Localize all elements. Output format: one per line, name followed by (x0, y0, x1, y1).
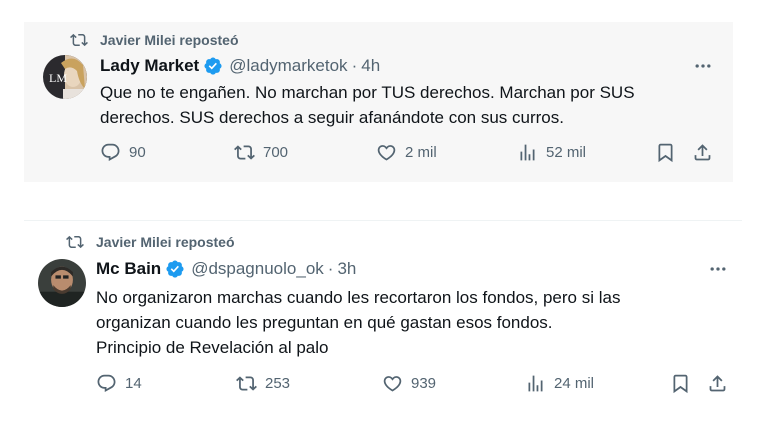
views-button[interactable]: 24 mil (525, 373, 594, 394)
repost-button[interactable]: 700 (234, 142, 288, 163)
view-count: 52 mil (546, 144, 587, 161)
tweet-text-line: Que no te engañen. No marchan por TUS de… (100, 83, 635, 102)
like-count: 2 mil (405, 144, 437, 161)
verified-badge-icon (165, 259, 185, 279)
share-icon (694, 144, 711, 161)
share-button[interactable] (692, 142, 713, 163)
avatar[interactable]: LM (43, 55, 87, 99)
repost-icon (236, 376, 257, 391)
share-button[interactable] (707, 373, 728, 394)
repost-icon (66, 233, 84, 251)
repost-label[interactable]: Javier Milei reposteó (100, 32, 239, 48)
svg-text:LM: LM (49, 71, 67, 85)
views-chart-icon (528, 375, 543, 392)
tweet-header: Lady Market @ladymarketok · 4h (100, 56, 380, 76)
views-button[interactable]: 52 mil (517, 142, 586, 163)
display-name[interactable]: Lady Market (100, 56, 199, 76)
repost-button[interactable]: 253 (236, 373, 290, 394)
repost-icon (234, 145, 255, 160)
like-button[interactable]: 939 (382, 373, 436, 394)
tweet-text: No organizaron marchas cuando les recort… (96, 285, 620, 360)
tweet-text-line: Principio de Revelación al palo (96, 338, 329, 357)
timestamp[interactable]: 3h (337, 259, 356, 279)
bookmark-button[interactable] (655, 142, 676, 163)
repost-icon (70, 31, 88, 49)
timestamp[interactable]: 4h (361, 56, 380, 76)
reply-button[interactable]: 90 (100, 142, 146, 163)
repost-count: 253 (265, 375, 291, 392)
tweet-text-line: No organizaron marchas cuando les recort… (96, 288, 621, 307)
more-options-icon[interactable] (690, 56, 716, 76)
tweet-text-line: derechos. SUS derechos a seguir afanándo… (100, 108, 564, 127)
tweet-text-line: organizan cuando les preguntan en qué ga… (96, 313, 553, 332)
display-name[interactable]: Mc Bain (96, 259, 161, 279)
view-count: 24 mil (554, 375, 595, 392)
like-button[interactable]: 2 mil (376, 142, 437, 163)
heart-icon (377, 145, 396, 161)
bookmark-icon (673, 374, 688, 394)
repost-count: 700 (263, 144, 289, 161)
reply-count: 14 (125, 375, 142, 392)
heart-icon (383, 376, 402, 392)
tweet-card[interactable]: Javier Milei reposteó Mc Bain @dspagnuol… (24, 220, 742, 410)
separator: · (327, 259, 334, 278)
share-icon (709, 375, 726, 392)
like-count: 939 (411, 375, 437, 392)
avatar[interactable] (38, 259, 86, 307)
views-chart-icon (520, 144, 535, 161)
reply-icon (97, 374, 116, 392)
reply-button[interactable]: 14 (96, 373, 142, 394)
bookmark-button[interactable] (670, 373, 691, 394)
tweet-card[interactable]: Javier Milei reposteó LM Lady Market @la… (24, 22, 733, 182)
handle[interactable]: @ladymarketok (229, 56, 347, 76)
repost-label[interactable]: Javier Milei reposteó (96, 234, 235, 250)
reply-count: 90 (129, 144, 146, 161)
more-options-icon[interactable] (705, 259, 731, 279)
tweet-header: Mc Bain @dspagnuolo_ok · 3h (96, 259, 356, 279)
reply-icon (101, 143, 120, 161)
tweet-text: Que no te engañen. No marchan por TUS de… (100, 80, 635, 130)
verified-badge-icon (203, 56, 223, 76)
repost-indicator: Javier Milei reposteó (66, 233, 235, 251)
bookmark-icon (658, 143, 673, 163)
separator: · (351, 56, 358, 75)
handle[interactable]: @dspagnuolo_ok (191, 259, 324, 279)
repost-indicator: Javier Milei reposteó (70, 31, 239, 49)
